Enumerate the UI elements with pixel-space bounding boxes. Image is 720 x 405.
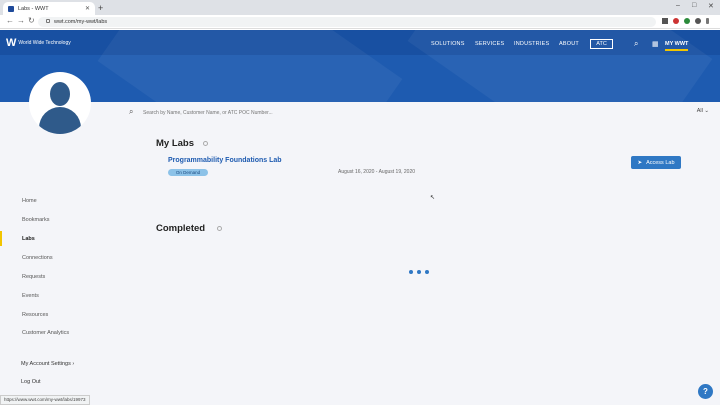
wwt-logo-icon: W bbox=[6, 37, 16, 49]
sidebar-item-resources[interactable]: Resources bbox=[22, 312, 48, 318]
completed-heading: Completed bbox=[156, 223, 206, 234]
brand-name: World Wide Technology bbox=[18, 40, 71, 46]
menu-kebab-icon[interactable] bbox=[706, 18, 709, 24]
nav-about[interactable]: ABOUT bbox=[559, 41, 579, 47]
sidebar-item-customer-analytics[interactable]: Customer Analytics bbox=[22, 330, 69, 336]
main-area: ⌕ All ⌄ Home Bookmarks Labs Connections … bbox=[0, 102, 720, 405]
bookmark-star-icon[interactable] bbox=[662, 18, 668, 24]
account-settings-link[interactable]: My Account Settings › bbox=[21, 361, 74, 367]
sidebar-item-connections[interactable]: Connections bbox=[22, 255, 53, 261]
active-indicator bbox=[0, 231, 2, 246]
sidebar-item-requests[interactable]: Requests bbox=[22, 274, 45, 280]
info-icon[interactable] bbox=[217, 226, 222, 231]
close-tab-icon[interactable]: ✕ bbox=[85, 5, 90, 12]
nav-industries[interactable]: INDUSTRIES bbox=[514, 41, 549, 47]
lock-icon bbox=[46, 19, 50, 23]
loading-dot bbox=[417, 270, 421, 274]
send-icon: ➤ bbox=[637, 159, 643, 166]
lab-dates: August 16, 2020 - August 19, 2020 bbox=[338, 169, 416, 175]
browser-tab-bar: Labs - WWT ✕ + – □ ✕ bbox=[0, 0, 720, 15]
chevron-right-icon: › bbox=[72, 361, 75, 367]
info-icon[interactable] bbox=[203, 141, 208, 146]
avatar bbox=[29, 72, 91, 134]
address-bar[interactable]: wwt.com/my-wwt/labs bbox=[38, 17, 656, 27]
help-button[interactable]: ? bbox=[698, 384, 713, 399]
reload-icon[interactable]: ↻ bbox=[28, 16, 35, 25]
mouse-cursor-icon: ↖ bbox=[430, 195, 436, 201]
minimize-icon[interactable]: – bbox=[676, 2, 680, 9]
browser-tab[interactable]: Labs - WWT ✕ bbox=[3, 2, 95, 15]
close-window-icon[interactable]: ✕ bbox=[708, 2, 714, 10]
account-settings-label: My Account Settings bbox=[21, 361, 71, 367]
address-bar-row: ← → ↻ wwt.com/my-wwt/labs bbox=[0, 15, 720, 29]
avatar-head bbox=[50, 82, 70, 106]
forward-icon[interactable]: → bbox=[17, 16, 25, 25]
maximize-icon[interactable]: □ bbox=[692, 2, 696, 9]
lab-search: ⌕ All ⌄ bbox=[127, 106, 717, 120]
nav-solutions[interactable]: SOLUTIONS bbox=[431, 41, 465, 47]
avatar-body bbox=[39, 107, 81, 134]
url-text: wwt.com/my-wwt/labs bbox=[54, 19, 108, 25]
search-input[interactable] bbox=[143, 107, 543, 118]
new-tab-icon[interactable]: + bbox=[98, 3, 103, 13]
extension-icon[interactable] bbox=[673, 18, 679, 24]
on-demand-badge: On Demand bbox=[168, 169, 208, 176]
sidebar-item-home[interactable]: Home bbox=[22, 198, 37, 204]
status-bar-url: https://www.wwt.com/my-wwt/labs/19973 bbox=[0, 395, 90, 405]
atc-button[interactable]: ATC bbox=[590, 39, 613, 49]
search-icon[interactable]: ⌕ bbox=[634, 39, 638, 49]
access-lab-label: Access Lab bbox=[646, 159, 675, 166]
extension-icon[interactable] bbox=[684, 18, 690, 24]
filter-value: All bbox=[696, 108, 703, 114]
my-wwt-link[interactable]: MY WWT bbox=[665, 41, 689, 51]
my-labs-heading: My Labs bbox=[156, 138, 195, 149]
site-header: W World Wide Technology SOLUTIONS SERVIC… bbox=[0, 30, 720, 102]
search-icon: ⌕ bbox=[129, 107, 134, 116]
nav-services[interactable]: SERVICES bbox=[475, 41, 504, 47]
loading-dot bbox=[425, 270, 429, 274]
loading-spinner bbox=[409, 270, 429, 274]
profile-icon[interactable] bbox=[695, 18, 701, 24]
wwt-favicon-icon bbox=[8, 5, 14, 12]
lab-name-link[interactable]: Programmability Foundations Lab bbox=[168, 157, 282, 164]
sidebar-item-bookmarks[interactable]: Bookmarks bbox=[22, 217, 50, 223]
chevron-down-icon: ⌄ bbox=[704, 108, 709, 114]
tab-title: Labs - WWT bbox=[18, 5, 49, 12]
grid-menu-icon[interactable]: ▦ bbox=[652, 40, 659, 48]
sidebar: Home Bookmarks Labs Connections Requests… bbox=[0, 102, 110, 405]
sidebar-item-events[interactable]: Events bbox=[22, 293, 39, 299]
back-icon[interactable]: ← bbox=[6, 16, 14, 25]
wwt-logo[interactable]: W World Wide Technology bbox=[6, 37, 71, 49]
sidebar-item-labs[interactable]: Labs bbox=[22, 236, 35, 242]
loading-dot bbox=[409, 270, 413, 274]
log-out-link[interactable]: Log Out bbox=[21, 379, 41, 385]
access-lab-button[interactable]: ➤ Access Lab bbox=[631, 156, 681, 169]
filter-dropdown[interactable]: All ⌄ bbox=[697, 108, 709, 114]
